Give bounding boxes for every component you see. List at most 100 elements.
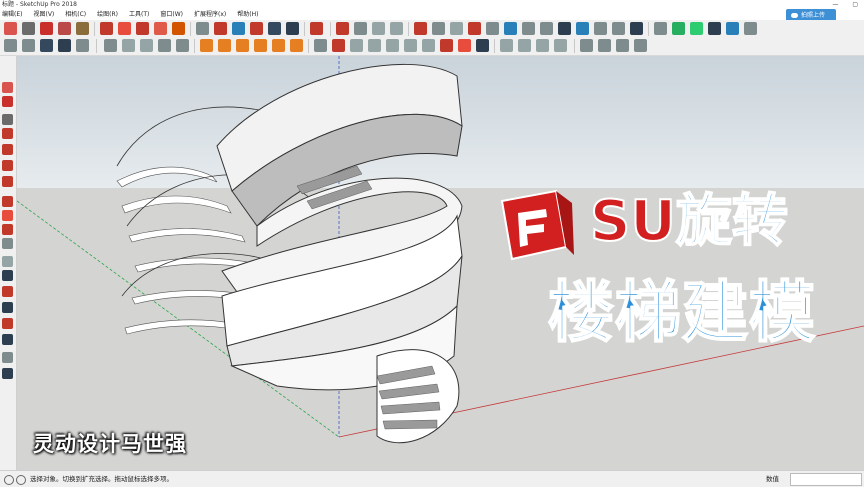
component-icon[interactable] — [432, 22, 445, 35]
protractor-icon[interactable] — [232, 22, 245, 35]
minimize-button[interactable]: — — [832, 0, 838, 9]
dimension-icon[interactable] — [200, 39, 213, 52]
monochrome-icon[interactable] — [536, 39, 549, 52]
solid-tools-icon[interactable] — [290, 39, 303, 52]
orbit-icon[interactable] — [268, 22, 281, 35]
tape-measure-icon[interactable] — [196, 22, 209, 35]
menu-tools[interactable]: 工具(T) — [129, 9, 149, 20]
menu-edit[interactable]: 编辑(E) — [2, 9, 22, 20]
info-icon[interactable] — [4, 475, 14, 485]
walk-icon[interactable] — [104, 39, 117, 52]
freehand-icon[interactable] — [2, 176, 13, 187]
eraser-icon[interactable] — [414, 22, 427, 35]
scale-tool-icon[interactable] — [2, 256, 13, 267]
stamp-icon[interactable] — [372, 22, 385, 35]
section-cut-icon[interactable] — [272, 39, 285, 52]
back-edges-icon[interactable] — [518, 39, 531, 52]
menu-camera[interactable]: 相机(C) — [65, 9, 86, 20]
credits-icon[interactable] — [16, 475, 26, 485]
line-tool-icon[interactable] — [40, 22, 53, 35]
wireframe-icon[interactable] — [576, 22, 589, 35]
follow-me-tool-icon[interactable] — [2, 238, 13, 249]
restore-button[interactable]: ▢ — [852, 0, 858, 9]
select-icon[interactable] — [2, 82, 13, 93]
warehouse-icon[interactable] — [654, 22, 667, 35]
menu-help[interactable]: 帮助(H) — [237, 9, 258, 20]
3d-text-icon[interactable] — [236, 39, 249, 52]
section-display-icon[interactable] — [486, 22, 499, 35]
position-camera-icon[interactable] — [122, 39, 135, 52]
menu-window[interactable]: 窗口(W) — [160, 9, 183, 20]
outer-shell-icon[interactable] — [404, 39, 417, 52]
pencil-icon[interactable] — [22, 22, 35, 35]
intersect-icon[interactable] — [350, 39, 363, 52]
subtract-icon[interactable] — [332, 39, 345, 52]
pan-icon[interactable] — [286, 22, 299, 35]
trim-icon[interactable] — [368, 39, 381, 52]
arc-tool-icon[interactable] — [58, 22, 71, 35]
union-icon[interactable] — [314, 39, 327, 52]
push-pull-icon[interactable] — [100, 22, 113, 35]
group-icon[interactable] — [450, 22, 463, 35]
eraser-tool-icon[interactable] — [2, 96, 13, 107]
zoom-extents-icon[interactable] — [158, 39, 171, 52]
style-icon[interactable] — [554, 39, 567, 52]
layer-icon[interactable] — [4, 39, 17, 52]
offset-icon[interactable] — [172, 22, 185, 35]
x-ray-icon[interactable] — [500, 39, 513, 52]
push-pull-tool-icon[interactable] — [2, 210, 13, 221]
guide-icon[interactable] — [254, 39, 267, 52]
move-icon[interactable] — [118, 22, 131, 35]
tape-icon[interactable] — [2, 286, 13, 297]
follow-me-icon[interactable] — [336, 22, 349, 35]
rectangle-icon[interactable] — [2, 128, 13, 139]
sandbox-icon[interactable] — [354, 22, 367, 35]
right-view-icon[interactable] — [558, 22, 571, 35]
circle-icon[interactable] — [2, 144, 13, 155]
orbit-tool-icon[interactable] — [2, 334, 13, 345]
gear-icon[interactable] — [458, 39, 471, 52]
previous-view-icon[interactable] — [176, 39, 189, 52]
fog-icon[interactable] — [440, 39, 453, 52]
hidden-line-icon[interactable] — [594, 22, 607, 35]
scale-icon[interactable] — [154, 22, 167, 35]
checkbox-icon[interactable] — [58, 39, 71, 52]
polygon-icon[interactable] — [2, 160, 13, 171]
measurement-input[interactable] — [790, 473, 862, 486]
select-tool-icon[interactable] — [4, 22, 17, 35]
look-around-icon[interactable] — [140, 39, 153, 52]
lock-icon[interactable] — [76, 39, 89, 52]
section-plane-icon[interactable] — [468, 22, 481, 35]
shadow-icon[interactable] — [422, 39, 435, 52]
shape-tool-icon[interactable] — [76, 22, 89, 35]
menu-view[interactable]: 视图(V) — [33, 9, 54, 20]
materials-icon[interactable] — [598, 39, 611, 52]
top-view-icon[interactable] — [522, 22, 535, 35]
paint-icon[interactable] — [2, 318, 13, 329]
rotate-icon[interactable] — [136, 22, 149, 35]
settings-icon[interactable] — [744, 22, 757, 35]
pan-tool-icon[interactable] — [2, 368, 13, 379]
text-icon[interactable] — [214, 22, 227, 35]
check-icon[interactable] — [476, 39, 489, 52]
rotate-tool-icon[interactable] — [2, 224, 13, 235]
entity-info-icon[interactable] — [616, 39, 629, 52]
textured-icon[interactable] — [630, 22, 643, 35]
hide-icon[interactable] — [40, 39, 53, 52]
label-icon[interactable] — [218, 39, 231, 52]
axes-icon[interactable] — [250, 22, 263, 35]
extension-warehouse-icon[interactable] — [672, 22, 685, 35]
dimension-tool-icon[interactable] — [2, 302, 13, 313]
move-tool-icon[interactable] — [2, 196, 13, 207]
zoom-icon[interactable] — [708, 22, 721, 35]
help-icon[interactable] — [726, 22, 739, 35]
instructor-icon[interactable] — [634, 39, 647, 52]
model-viewport[interactable] — [17, 56, 864, 470]
outliner-icon[interactable] — [22, 39, 35, 52]
menu-extensions[interactable]: 扩展程序(x) — [194, 9, 226, 20]
offset-tool-icon[interactable] — [2, 270, 13, 281]
menu-draw[interactable]: 绘图(R) — [97, 9, 118, 20]
front-view-icon[interactable] — [540, 22, 553, 35]
line-icon[interactable] — [2, 114, 13, 125]
split-icon[interactable] — [386, 39, 399, 52]
